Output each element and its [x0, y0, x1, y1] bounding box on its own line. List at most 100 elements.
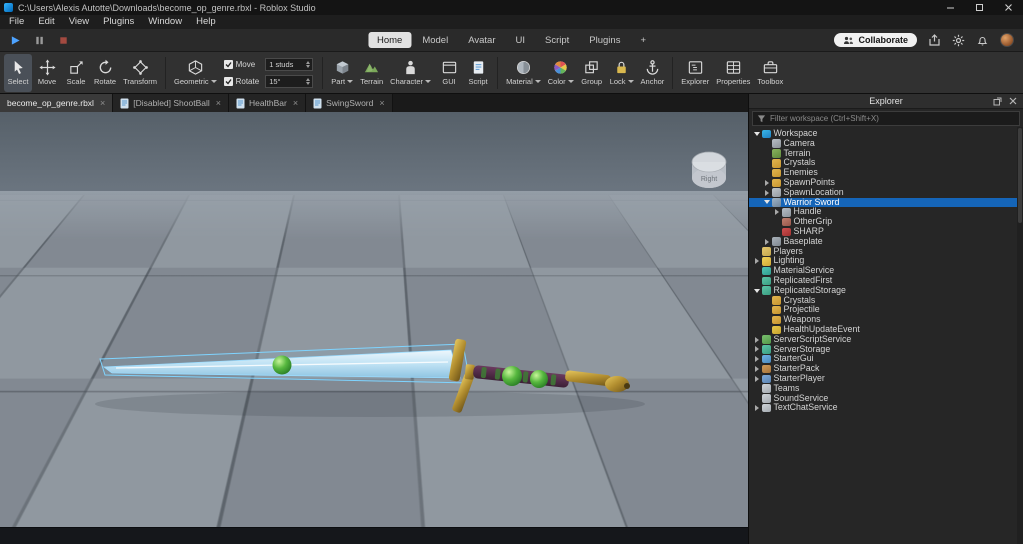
- blade-gem[interactable]: [273, 356, 292, 375]
- expand-arrow-icon[interactable]: [752, 132, 761, 136]
- window-toggle-properties[interactable]: Properties: [713, 54, 753, 92]
- doc-tab-become-op-genre-rbxl[interactable]: become_op_genre.rbxl ×: [0, 94, 113, 112]
- ribbon-tab-model[interactable]: Model: [413, 32, 457, 48]
- edit-lock[interactable]: Lock: [607, 54, 637, 92]
- close-tab-icon[interactable]: ×: [100, 98, 105, 108]
- play-button[interactable]: [8, 35, 22, 46]
- window-toggle-explorer[interactable]: Explorer: [678, 54, 712, 92]
- popout-icon[interactable]: [993, 97, 1002, 106]
- snap-move-toggle[interactable]: Move: [224, 60, 260, 69]
- mode-dropdown[interactable]: Geometric: [171, 54, 220, 92]
- notifications-icon[interactable]: [976, 34, 989, 47]
- expand-arrow-icon[interactable]: [762, 180, 771, 186]
- pause-button[interactable]: [32, 35, 46, 46]
- grip-gem[interactable]: [530, 370, 548, 388]
- edit-material[interactable]: Material: [503, 54, 544, 92]
- ribbon-tab-ui[interactable]: UI: [506, 32, 534, 48]
- group-icon: [583, 59, 600, 76]
- grip-gem[interactable]: [502, 366, 522, 386]
- expand-arrow-icon[interactable]: [752, 289, 761, 293]
- menu-item-file[interactable]: File: [2, 15, 31, 29]
- edit-group[interactable]: Group: [578, 54, 606, 92]
- snap-rotate-toggle[interactable]: Rotate: [224, 77, 260, 86]
- expand-arrow-icon[interactable]: [772, 209, 781, 215]
- close-panel-icon[interactable]: [1009, 97, 1017, 105]
- tool-transform[interactable]: Transform: [120, 54, 160, 92]
- expand-arrow-icon[interactable]: [752, 356, 761, 362]
- insert-terrain[interactable]: Terrain: [357, 54, 386, 92]
- close-tab-icon[interactable]: ×: [379, 98, 384, 108]
- avatar[interactable]: [1000, 33, 1014, 47]
- ribbon-tab-plugins[interactable]: Plugins: [580, 32, 629, 48]
- ribbon-tab-home[interactable]: Home: [368, 32, 411, 48]
- tool-move[interactable]: Move: [33, 54, 61, 92]
- doc-tab-healthbar[interactable]: HealthBar ×: [229, 94, 306, 112]
- insert-script[interactable]: Script: [464, 54, 492, 92]
- stepper-arrows-icon[interactable]: [306, 59, 310, 70]
- menu-item-help[interactable]: Help: [189, 15, 223, 29]
- expand-arrow-icon[interactable]: [752, 337, 761, 343]
- insert-character[interactable]: Character: [387, 54, 434, 92]
- scrollbar-thumb[interactable]: [1018, 128, 1022, 223]
- checkbox-checked-icon[interactable]: [224, 60, 233, 69]
- close-tab-icon[interactable]: ×: [216, 98, 221, 108]
- maximize-button[interactable]: [965, 0, 994, 15]
- caret-down-icon: [425, 80, 431, 83]
- select-icon: [10, 59, 27, 76]
- filter-input[interactable]: [770, 114, 1015, 123]
- doc-tab-swingsword[interactable]: SwingSword ×: [306, 94, 393, 112]
- tree-item-warrior-sword[interactable]: Warrior Sword: [749, 198, 1023, 208]
- edit-anchor[interactable]: Anchor: [638, 54, 668, 92]
- doc-tab-disabled-shootball[interactable]: [Disabled] ShootBall ×: [113, 94, 229, 112]
- tree-item-textchatservice[interactable]: TextChatService: [749, 403, 1023, 413]
- expand-arrow-icon[interactable]: [762, 239, 771, 245]
- stepper-arrows-icon[interactable]: [306, 76, 310, 87]
- menu-item-view[interactable]: View: [62, 15, 96, 29]
- expand-arrow-icon[interactable]: [752, 366, 761, 372]
- expand-arrow-icon[interactable]: [752, 346, 761, 352]
- expand-arrow-icon[interactable]: [752, 258, 761, 264]
- transform-icon: [132, 59, 149, 76]
- checkbox-checked-icon[interactable]: [224, 77, 233, 86]
- tree-item-handle[interactable]: Handle: [749, 207, 1023, 217]
- part-icon: [334, 59, 351, 76]
- stop-button[interactable]: [56, 35, 70, 46]
- snap-move-stepper[interactable]: 1 studs: [265, 58, 313, 71]
- menu-item-plugins[interactable]: Plugins: [96, 15, 141, 29]
- insert-part[interactable]: Part: [328, 54, 356, 92]
- handle-end[interactable]: [565, 370, 612, 387]
- expand-arrow-icon[interactable]: [752, 376, 761, 382]
- expand-arrow-icon[interactable]: [752, 405, 761, 411]
- settings-icon[interactable]: [952, 34, 965, 47]
- snap-rotate-stepper[interactable]: 15°: [265, 75, 313, 88]
- explorer-filter[interactable]: [752, 111, 1020, 126]
- menu-item-edit[interactable]: Edit: [31, 15, 61, 29]
- tree-item-othergrip[interactable]: OtherGrip: [749, 217, 1023, 227]
- menu-item-window[interactable]: Window: [141, 15, 189, 29]
- expand-arrow-icon[interactable]: [762, 200, 771, 204]
- view-selector[interactable]: Right: [686, 148, 732, 196]
- edit-color[interactable]: Color: [545, 54, 577, 92]
- doc-tab-label: HealthBar: [249, 98, 287, 108]
- tool-rotate[interactable]: Rotate: [91, 54, 119, 92]
- share-icon[interactable]: [928, 34, 941, 47]
- tool-scale[interactable]: Scale: [62, 54, 90, 92]
- minimize-button[interactable]: [936, 0, 965, 15]
- close-button[interactable]: [994, 0, 1023, 15]
- warrior-sword-model[interactable]: [0, 112, 748, 527]
- document-tab-bar: become_op_genre.rbxl × [Disabled] ShootBal…: [0, 94, 748, 112]
- viewport-3d[interactable]: Right: [0, 112, 748, 527]
- collaborate-button[interactable]: Collaborate: [834, 33, 917, 47]
- close-tab-icon[interactable]: ×: [293, 98, 298, 108]
- expand-arrow-icon[interactable]: [762, 190, 771, 196]
- ribbon-tab-avatar[interactable]: Avatar: [459, 32, 504, 48]
- ribbon-toolbar: Select Move Scale Rotate Transform Geometric…: [0, 52, 1023, 94]
- explorer-panel: Explorer WorkspaceCameraTerrainCrystalsE…: [748, 94, 1023, 544]
- insert-gui[interactable]: GUI: [435, 54, 463, 92]
- tool-select[interactable]: Select: [4, 54, 32, 92]
- explorer-scrollbar[interactable]: [1017, 127, 1023, 544]
- window-toggle-toolbox[interactable]: Toolbox: [754, 54, 786, 92]
- explorer-header[interactable]: Explorer: [749, 94, 1023, 109]
- ribbon-tab-add[interactable]: +: [631, 32, 655, 48]
- ribbon-tab-script[interactable]: Script: [536, 32, 578, 48]
